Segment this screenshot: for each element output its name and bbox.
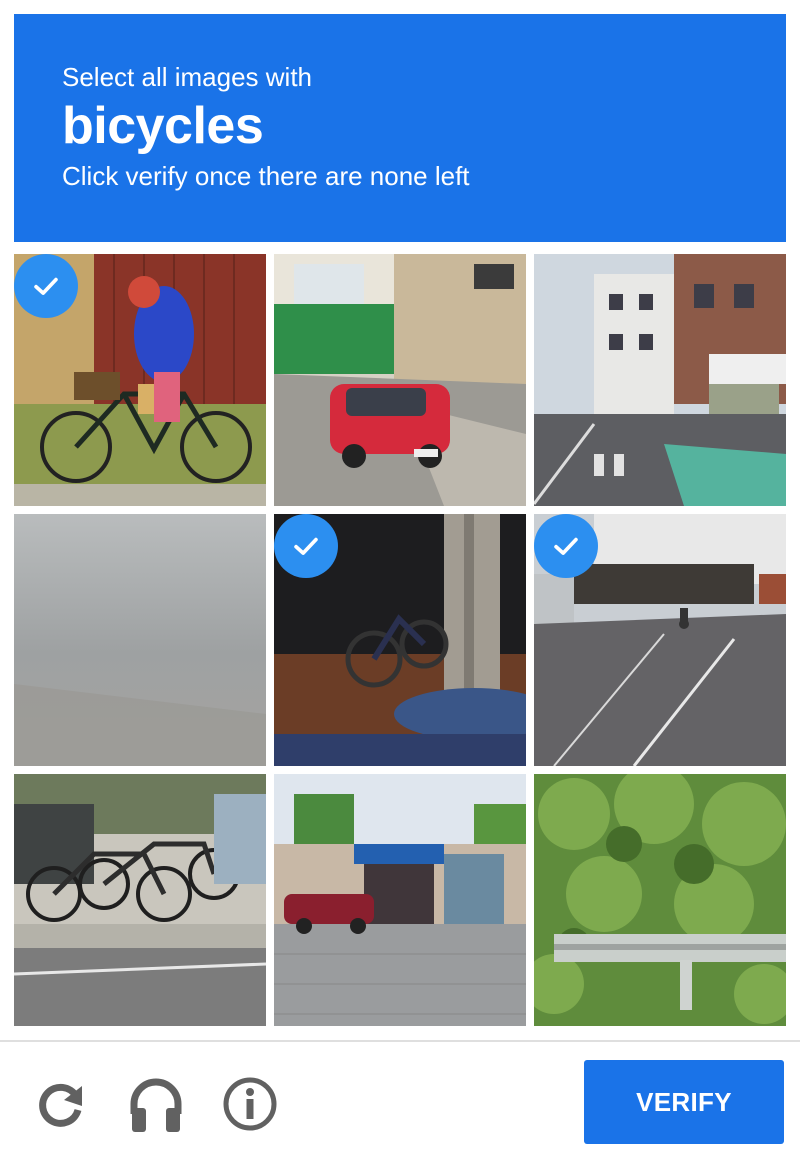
selected-check-icon: [14, 254, 78, 318]
selected-check-icon: [274, 514, 338, 578]
image-tile-9[interactable]: [534, 774, 786, 1026]
verify-button[interactable]: VERIFY: [584, 1060, 784, 1144]
image-tile-4[interactable]: [14, 514, 266, 766]
info-icon[interactable]: [222, 1074, 278, 1134]
image-tile-1[interactable]: [14, 254, 266, 506]
image-tile-7[interactable]: [14, 774, 266, 1026]
image-tile-8[interactable]: [274, 774, 526, 1026]
instruction-text: Select all images with: [62, 62, 312, 92]
image-grid: [14, 254, 786, 1026]
image-tile-5[interactable]: [274, 514, 526, 766]
image-tile-6[interactable]: [534, 514, 786, 766]
footer-divider: [0, 1040, 800, 1042]
image-tile-3[interactable]: [534, 254, 786, 506]
selected-check-icon: [534, 514, 598, 578]
headphones-icon[interactable]: [128, 1074, 184, 1134]
target-object-label: bicycles: [62, 97, 264, 155]
reload-icon[interactable]: [34, 1074, 90, 1134]
image-tile-2[interactable]: [274, 254, 526, 506]
instruction-subtext: Click verify once there are none left: [62, 161, 470, 191]
challenge-header: Select all images with bicycles Click ve…: [14, 14, 786, 242]
